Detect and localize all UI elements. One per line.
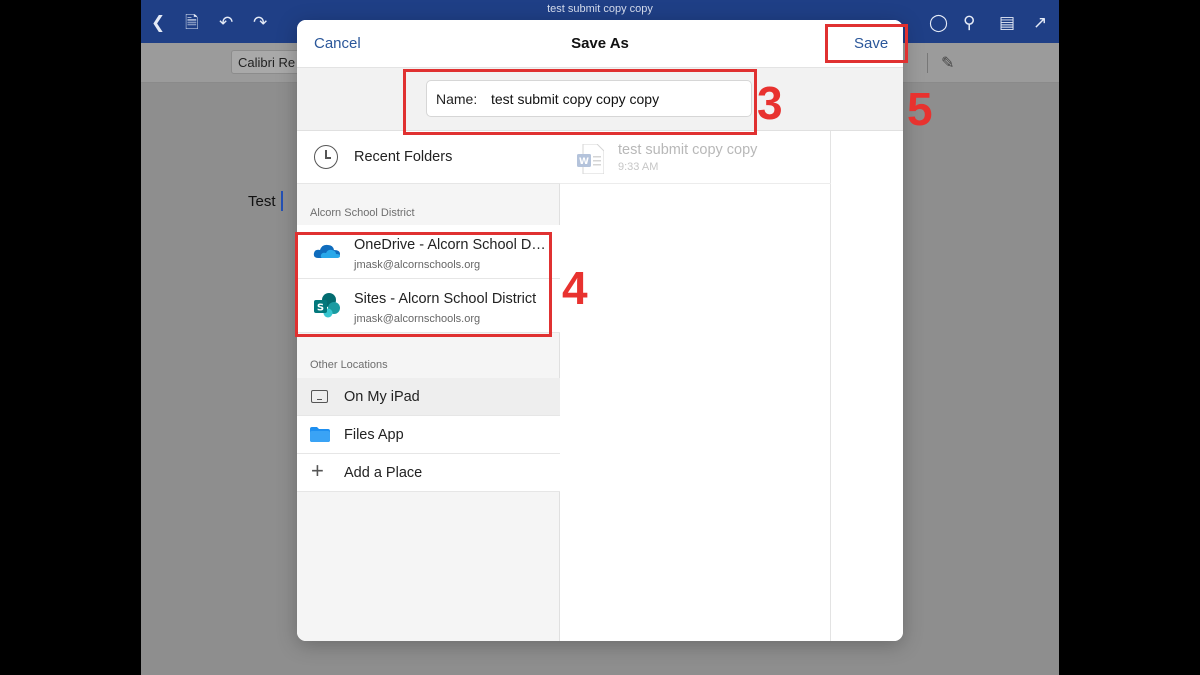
undo-icon[interactable]: ↶ (219, 14, 233, 31)
sites-location-item[interactable]: S Sites - Alcorn School District jmask@a… (297, 279, 560, 333)
search-icon[interactable]: ⚲ (963, 14, 975, 31)
files-app-item[interactable]: Files App (297, 416, 560, 454)
cancel-button[interactable]: Cancel (314, 35, 361, 52)
svg-text:S: S (317, 303, 324, 314)
share-icon[interactable]: ↗ (1033, 14, 1047, 31)
folder-icon (310, 427, 330, 442)
file-name-field[interactable]: Name: (426, 80, 752, 117)
reader-icon[interactable]: ▤ (999, 14, 1015, 31)
document-body-text: Test (248, 193, 276, 210)
text-cursor (281, 191, 283, 211)
sites-account: jmask@alcornschools.org (354, 313, 481, 325)
add-a-place-item[interactable]: + Add a Place (297, 454, 560, 492)
onedrive-label: OneDrive - Alcorn School District (354, 237, 549, 253)
on-my-ipad-label: On My iPad (344, 389, 420, 405)
ipad-icon (311, 390, 328, 403)
recent-folders-item[interactable]: Recent Folders (297, 131, 560, 184)
file-name: test submit copy copy (618, 142, 758, 158)
dialog-title: Save As (571, 35, 629, 52)
format-icon[interactable]: ✎ (941, 53, 954, 73)
account-section-header: Alcorn School District (310, 207, 415, 219)
file-list-pane: W test submit copy copy 9:33 AM (560, 131, 831, 641)
sites-label: Sites - Alcorn School District (354, 291, 537, 307)
name-strip: Name: (297, 68, 903, 131)
save-doc-icon[interactable]: 🗎 (185, 14, 199, 31)
clock-icon (314, 145, 338, 169)
document-title: test submit copy copy (547, 3, 653, 15)
file-name-input[interactable] (491, 87, 741, 111)
files-app-label: Files App (344, 427, 404, 443)
on-my-ipad-item[interactable]: On My iPad (297, 378, 560, 416)
onedrive-location-item[interactable]: OneDrive - Alcorn School District jmask@… (297, 225, 560, 279)
sharepoint-icon: S (314, 293, 340, 318)
save-as-dialog: Cancel Save As Save Name: Recent Folders… (297, 20, 903, 641)
other-locations-header: Other Locations (310, 359, 388, 371)
ribbon-divider (927, 53, 928, 73)
word-document-icon: W (577, 144, 604, 174)
redo-icon[interactable]: ↷ (253, 14, 267, 31)
recent-folders-label: Recent Folders (354, 149, 453, 165)
svg-text:W: W (579, 157, 589, 167)
preview-pane (831, 131, 903, 641)
screenshot: test submit copy copy ❮ 🗎 ↶ ↷ ◯ ⚲ ▤ ↗ Ca… (0, 0, 1200, 675)
file-list-item[interactable]: W test submit copy copy 9:33 AM (560, 131, 831, 184)
add-a-place-label: Add a Place (344, 465, 423, 481)
back-icon[interactable]: ❮ (151, 14, 165, 31)
onedrive-account: jmask@alcornschools.org (354, 259, 481, 271)
lightbulb-icon[interactable]: ◯ (929, 14, 948, 31)
plus-icon: + (311, 458, 324, 483)
file-name-label: Name: (436, 91, 478, 107)
dialog-header: Cancel Save As Save (297, 20, 903, 68)
save-button[interactable]: Save (854, 35, 888, 52)
onedrive-cloud-icon (313, 244, 340, 258)
file-modified-time: 9:33 AM (618, 161, 659, 173)
locations-pane: Recent Folders Alcorn School District On… (297, 131, 560, 641)
